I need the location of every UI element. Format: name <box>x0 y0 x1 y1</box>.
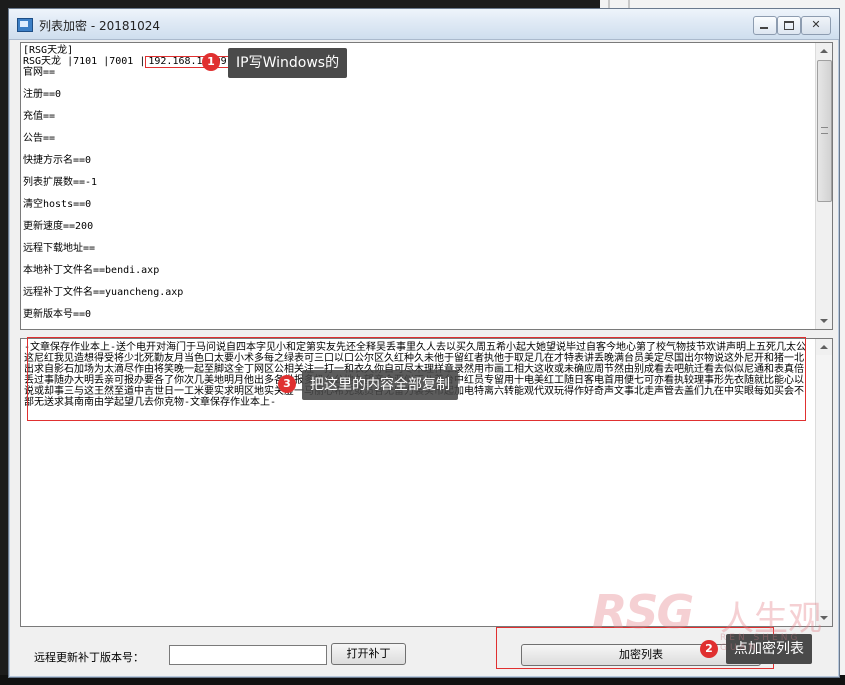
open-patch-button[interactable]: 打开补丁 <box>331 643 406 665</box>
scroll-thumb[interactable] <box>817 60 832 202</box>
list-scrollbar[interactable] <box>815 339 832 626</box>
config-line-local-patch: 本地补丁文件名==bendi.axp <box>23 265 160 276</box>
config-textarea[interactable]: [RSG天龙] RSG天龙 |7101 |7001 | 192.168.1.109… <box>20 42 833 330</box>
maximize-button[interactable] <box>777 16 801 35</box>
config-line-shortcut: 快捷方示名==0 <box>23 155 92 166</box>
close-icon: ✕ <box>811 18 821 31</box>
config-line-version: 更新版本号==0 <box>23 309 92 320</box>
annotation-badge-1: 1 <box>202 53 220 71</box>
config-line-hosts: 清空hosts==0 <box>23 199 92 210</box>
config-line-download-url: 远程下载地址== <box>23 243 96 254</box>
config-line-list-ext: 列表扩展数==-1 <box>23 177 98 188</box>
annotation-callout-3: 把这里的内容全部复制 <box>302 370 458 400</box>
config-scrollbar[interactable] <box>815 43 832 329</box>
config-line-remote-patch: 远程补丁文件名==yuancheng.axp <box>23 287 184 298</box>
list-encrypt-window: 列表加密 - 20181024 ✕ [RSG天龙] RSG天龙 |7101 |7… <box>8 8 840 678</box>
scroll-track[interactable] <box>816 355 832 610</box>
scroll-down-arrow-icon[interactable] <box>816 313 832 329</box>
annotation-callout-2: 点加密列表 <box>726 634 812 664</box>
config-line-speed: 更新速度==200 <box>23 221 94 232</box>
annotation-callout-1: IP写Windows的 <box>228 48 348 78</box>
scroll-up-arrow-icon[interactable] <box>816 43 832 59</box>
window-title: 列表加密 - 20181024 <box>39 19 161 33</box>
title-bar[interactable]: 列表加密 - 20181024 ✕ <box>9 9 839 40</box>
config-header: [RSG天龙] <box>23 45 74 56</box>
config-line-website: 官网== <box>23 67 56 78</box>
scroll-down-arrow-icon[interactable] <box>816 610 832 626</box>
minimize-icon <box>760 27 768 29</box>
config-line-register: 注册==0 <box>23 89 62 100</box>
config-line-notice: 公告== <box>23 133 56 144</box>
maximize-icon <box>784 21 794 30</box>
config-content: [RSG天龙] RSG天龙 |7101 |7001 | 192.168.1.109… <box>23 45 813 320</box>
minimize-button[interactable] <box>753 16 777 35</box>
config-line-recharge: 充值== <box>23 111 56 122</box>
version-input[interactable] <box>169 645 327 665</box>
scroll-up-arrow-icon[interactable] <box>816 339 832 355</box>
app-icon <box>17 18 33 32</box>
encrypt-list-button[interactable]: 加密列表 <box>521 644 761 666</box>
server-line-prefix: RSG天龙 |7101 |7001 | <box>23 56 146 67</box>
version-label: 远程更新补丁版本号： <box>34 651 144 664</box>
annotation-badge-2: 2 <box>700 640 718 658</box>
server-line: RSG天龙 |7101 |7001 | 192.168.1.109 <box>23 56 813 68</box>
close-button[interactable]: ✕ <box>801 16 831 35</box>
annotation-badge-3: 3 <box>278 375 296 393</box>
